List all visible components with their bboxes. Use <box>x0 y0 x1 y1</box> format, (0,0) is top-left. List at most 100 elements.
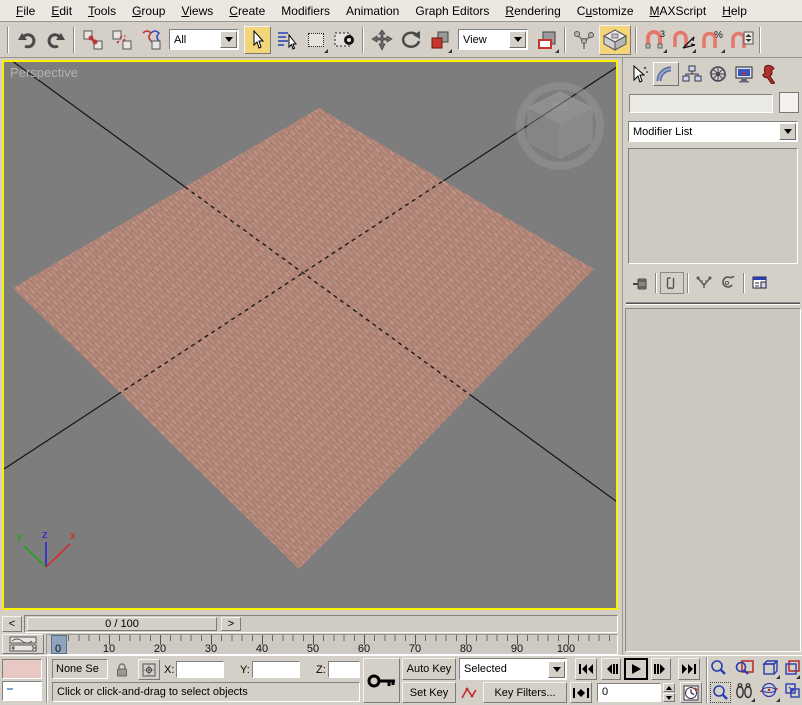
go-to-end-button[interactable] <box>678 658 700 680</box>
ruler-tick: 80 <box>453 643 479 655</box>
tab-create[interactable] <box>627 62 653 86</box>
selection-lock-toggle[interactable] <box>112 660 132 679</box>
percent-snap-toggle-button[interactable]: % <box>699 26 726 54</box>
rectangular-selection-region-button[interactable] <box>302 26 329 54</box>
dropdown-arrow-icon[interactable] <box>509 31 526 48</box>
spinner-snap-toggle-button[interactable] <box>728 26 755 54</box>
menu-tools[interactable]: Tools <box>80 2 124 20</box>
track-bar-ruler[interactable]: 0 10 20 30 40 50 60 70 80 90 100 <box>46 634 618 655</box>
menu-customize[interactable]: Customize <box>569 2 642 20</box>
object-color-swatch[interactable] <box>779 92 799 113</box>
auto-key-button[interactable]: Auto Key <box>402 658 456 680</box>
remove-modifier-button[interactable] <box>716 272 740 294</box>
go-to-start-button[interactable] <box>575 658 597 680</box>
x-coordinate-field[interactable] <box>176 661 224 678</box>
select-by-name-button[interactable] <box>273 26 300 54</box>
next-frame-button[interactable] <box>651 658 671 680</box>
configure-modifier-sets-button[interactable] <box>748 272 772 294</box>
open-mini-curve-editor-button[interactable] <box>2 634 44 654</box>
viewport-label[interactable]: Perspective <box>10 65 78 80</box>
time-configuration-button[interactable] <box>680 682 702 703</box>
tab-modify[interactable] <box>653 62 679 86</box>
previous-frame-button[interactable] <box>601 658 621 680</box>
spinner-up-icon <box>666 686 672 690</box>
maxscript-macro-recorder-field[interactable] <box>2 659 42 679</box>
menu-file[interactable]: File <box>8 2 43 20</box>
select-and-scale-button[interactable] <box>426 26 453 54</box>
view-cube[interactable] <box>520 86 600 166</box>
select-and-rotate-button[interactable] <box>397 26 424 54</box>
key-mode-toggle-button[interactable] <box>570 682 592 703</box>
snaps-toggle-button[interactable]: 3 <box>641 26 668 54</box>
configure-sets-icon <box>751 275 769 291</box>
tab-utilities[interactable] <box>757 62 783 86</box>
maxscript-mini-listener-field[interactable] <box>2 681 42 701</box>
selection-filter-dropdown[interactable]: All <box>169 29 239 50</box>
time-slider-next-button[interactable]: > <box>221 617 241 631</box>
frame-spinner[interactable] <box>663 683 675 702</box>
pan-view-button[interactable] <box>735 682 756 703</box>
perspective-viewport[interactable]: z y x Perspective <box>2 60 618 610</box>
y-coordinate-field[interactable] <box>252 661 300 678</box>
key-filters-button[interactable]: Key Filters... <box>483 682 567 703</box>
menu-maxscript[interactable]: MAXScript <box>642 2 715 20</box>
set-keys-button[interactable] <box>363 658 400 703</box>
magnifier-icon <box>710 659 727 676</box>
current-frame-field[interactable]: 0 <box>597 683 661 702</box>
undo-button[interactable] <box>13 26 40 54</box>
menu-rendering[interactable]: Rendering <box>497 2 568 20</box>
select-and-link-button[interactable] <box>79 26 106 54</box>
bind-to-space-warp-button[interactable] <box>137 26 164 54</box>
menu-modifiers[interactable]: Modifiers <box>273 2 338 20</box>
modifier-stack-list[interactable] <box>628 148 798 264</box>
region-zoom-button[interactable] <box>710 682 731 703</box>
zoom-extents-button[interactable] <box>760 659 781 680</box>
svg-text:3: 3 <box>660 29 665 39</box>
show-end-result-button[interactable] <box>660 272 684 294</box>
pin-stack-button[interactable] <box>628 272 652 294</box>
hand-icon <box>735 682 753 699</box>
menu-create[interactable]: Create <box>221 2 273 20</box>
time-slider-prev-button[interactable]: < <box>2 616 22 632</box>
toolbar-separator <box>655 273 657 293</box>
dropdown-arrow-icon[interactable] <box>220 31 237 48</box>
time-slider-track[interactable]: 0 / 100 > <box>24 615 618 633</box>
key-mode-dropdown[interactable]: Selected <box>459 658 567 680</box>
zoom-extents-all-button[interactable] <box>784 659 801 680</box>
redo-button[interactable] <box>42 26 69 54</box>
maximize-viewport-toggle[interactable] <box>784 682 801 703</box>
reference-coordinate-system-dropdown[interactable]: View <box>458 29 528 50</box>
set-key-button[interactable]: Set Key <box>402 682 456 703</box>
tab-hierarchy[interactable] <box>679 62 705 86</box>
menu-animation[interactable]: Animation <box>338 2 407 20</box>
dropdown-arrow-icon[interactable] <box>548 661 565 678</box>
menu-help[interactable]: Help <box>714 2 755 20</box>
unlink-selection-button[interactable] <box>108 26 135 54</box>
use-pivot-point-center-button[interactable] <box>533 26 560 54</box>
z-coordinate-field[interactable] <box>328 661 360 678</box>
object-name-field[interactable] <box>629 94 773 113</box>
tab-display[interactable] <box>731 62 757 86</box>
menu-graph-editors[interactable]: Graph Editors <box>407 2 497 20</box>
next-frame-icon <box>654 663 668 675</box>
select-object-button[interactable] <box>244 26 271 54</box>
absolute-offset-mode-toggle[interactable] <box>138 659 160 680</box>
menu-group[interactable]: Group <box>124 2 173 20</box>
tab-motion[interactable] <box>705 62 731 86</box>
play-animation-button[interactable] <box>624 658 648 680</box>
arc-rotate-button[interactable] <box>760 682 781 703</box>
zoom-all-button[interactable] <box>735 659 756 680</box>
menu-edit[interactable]: Edit <box>43 2 80 20</box>
select-and-manipulate-button[interactable] <box>570 26 597 54</box>
menu-views[interactable]: Views <box>173 2 221 20</box>
modifier-list-dropdown[interactable]: Modifier List <box>628 121 798 142</box>
time-slider-handle[interactable]: 0 / 100 <box>27 617 217 631</box>
default-in-out-tangents-button[interactable] <box>459 682 479 703</box>
select-and-move-button[interactable] <box>368 26 395 54</box>
keyboard-shortcut-override-toggle[interactable] <box>599 25 631 55</box>
angle-snap-toggle-button[interactable] <box>670 26 697 54</box>
make-unique-button[interactable] <box>692 272 716 294</box>
zoom-button[interactable] <box>710 659 731 680</box>
dropdown-arrow-icon[interactable] <box>779 123 796 140</box>
window-crossing-toggle-button[interactable] <box>331 26 358 54</box>
